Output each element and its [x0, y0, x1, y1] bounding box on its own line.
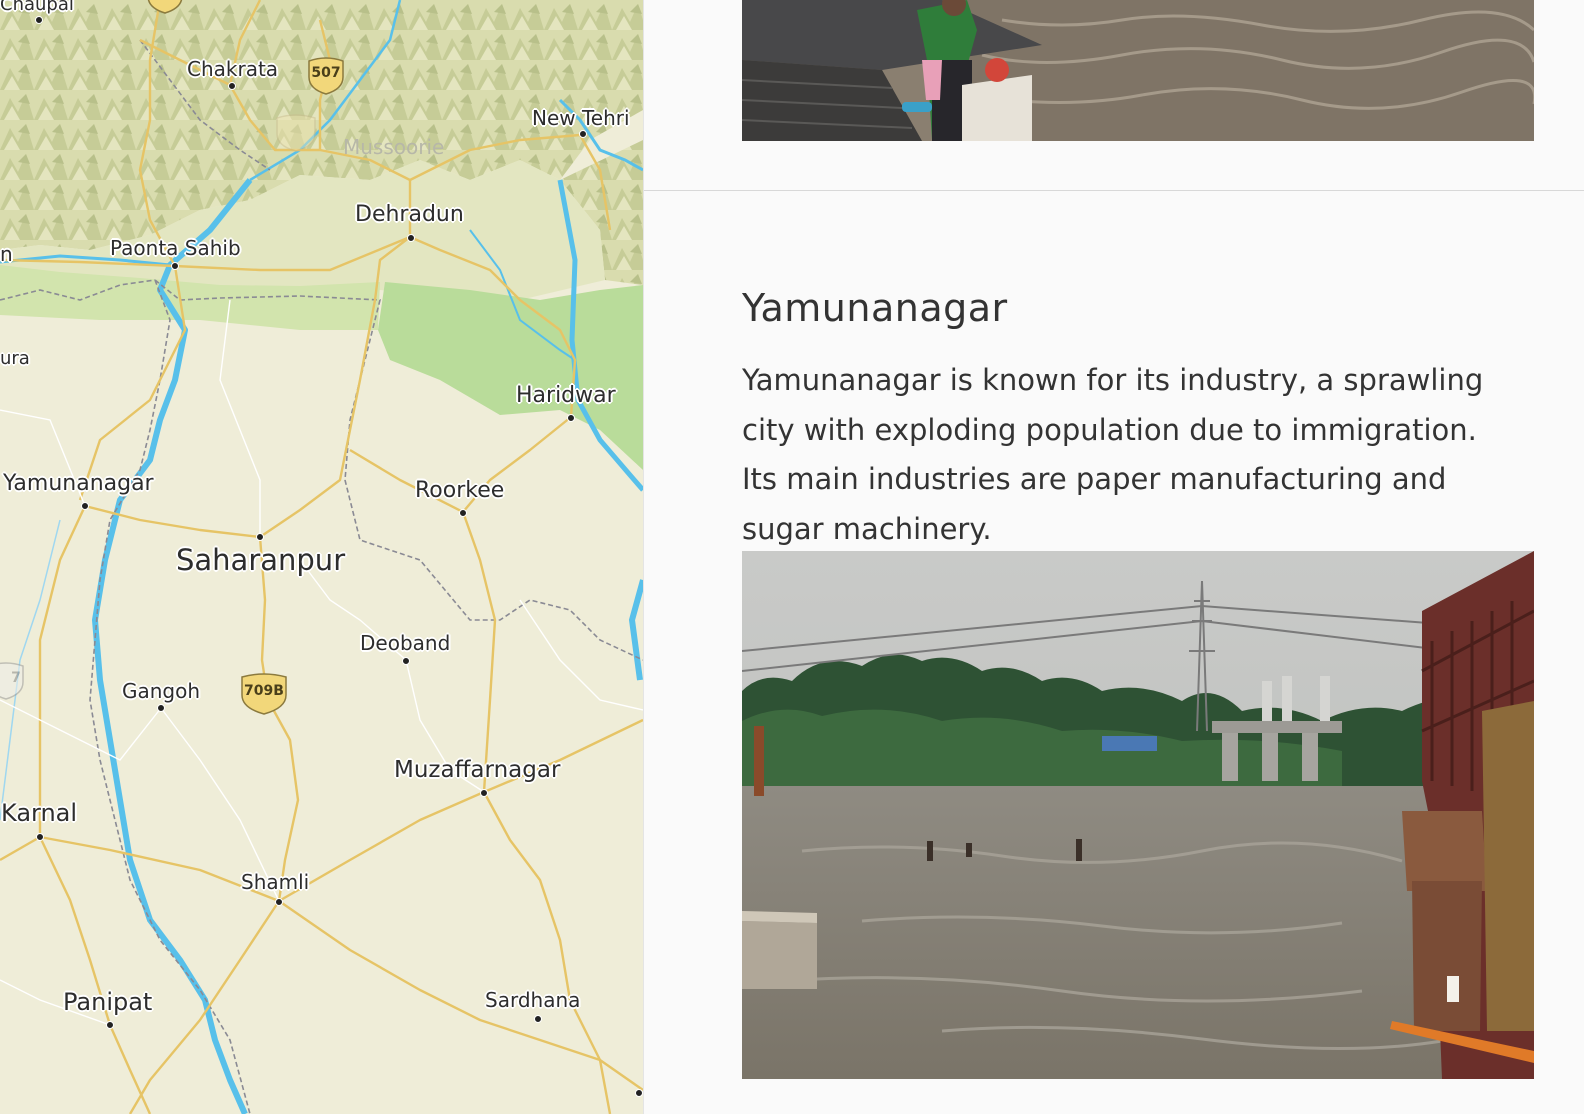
highway-shield-faded	[276, 114, 316, 152]
muzaffarnagar-dot	[480, 789, 488, 797]
place-label-chakrata[interactable]: Chakrata	[187, 59, 278, 79]
highway-shield-edge-label: 7	[11, 670, 21, 686]
sardhana-dot	[534, 1015, 542, 1023]
place-label-edge-2: ura	[0, 348, 30, 369]
highway-shield-top-partial	[147, 0, 183, 14]
section-photo-flooded-river	[742, 551, 1534, 1079]
place-label-karnal[interactable]: Karnal	[1, 801, 77, 825]
place-label-mussoorie[interactable]: Mussoorie	[343, 137, 444, 157]
section-title: Yamunanagar	[742, 286, 1008, 330]
place-label-new-tehri[interactable]: New Tehri	[532, 108, 630, 128]
highway-shield-edge: 7	[0, 660, 26, 700]
gangoh-dot	[157, 704, 165, 712]
roorkee-dot	[459, 509, 467, 517]
map-panel[interactable]: Chaupal Chakrata New Tehri Mussoorie Deh…	[0, 0, 643, 1114]
highway-shield-709b-label: 709B	[244, 683, 284, 699]
dehradun-dot	[407, 234, 415, 242]
saharanpur-dot	[256, 533, 264, 541]
shamli-dot	[275, 898, 283, 906]
deoband-dot	[402, 657, 410, 665]
place-label-paonta-sahib[interactable]: Paonta Sahib	[110, 238, 241, 258]
edge-dot	[635, 1089, 643, 1097]
place-label-shamli[interactable]: Shamli	[241, 872, 309, 892]
place-label-panipat[interactable]: Panipat	[63, 990, 152, 1014]
place-label-yamunanagar[interactable]: Yamunanagar	[3, 473, 154, 495]
karnal-dot	[36, 833, 44, 841]
section-body: Yamunanagar is known for its industry, a…	[742, 363, 1484, 546]
new-tehri-dot	[579, 130, 587, 138]
story-panel[interactable]: Yamunanagar Yamunanagar is known for its…	[644, 0, 1584, 1114]
chakrata-dot	[228, 82, 236, 90]
place-label-deoband[interactable]: Deoband	[360, 633, 450, 653]
highway-shield-709b: 709B	[239, 671, 289, 715]
highway-shield-507: 507	[306, 55, 346, 95]
place-label-sardhana[interactable]: Sardhana	[485, 990, 580, 1010]
place-label-saharanpur[interactable]: Saharanpur	[176, 546, 345, 575]
paonta-sahib-dot	[171, 262, 179, 270]
place-label-gangoh[interactable]: Gangoh	[122, 681, 200, 701]
panipat-dot	[106, 1021, 114, 1029]
place-label-haridwar[interactable]: Haridwar	[516, 385, 616, 407]
highway-shield-507-label: 507	[311, 65, 341, 81]
place-label-muzaffarnagar[interactable]: Muzaffarnagar	[394, 759, 560, 782]
haridwar-dot	[567, 414, 575, 422]
section-divider	[644, 190, 1584, 191]
previous-section-photo	[742, 0, 1534, 141]
place-label-dehradun[interactable]: Dehradun	[355, 204, 464, 226]
yamunanagar-dot	[81, 502, 89, 510]
place-label-roorkee[interactable]: Roorkee	[415, 480, 504, 502]
chaupal-dot	[35, 16, 43, 24]
place-label-edge-1: n	[0, 242, 13, 266]
place-label-chaupal[interactable]: Chaupal	[0, 0, 74, 14]
